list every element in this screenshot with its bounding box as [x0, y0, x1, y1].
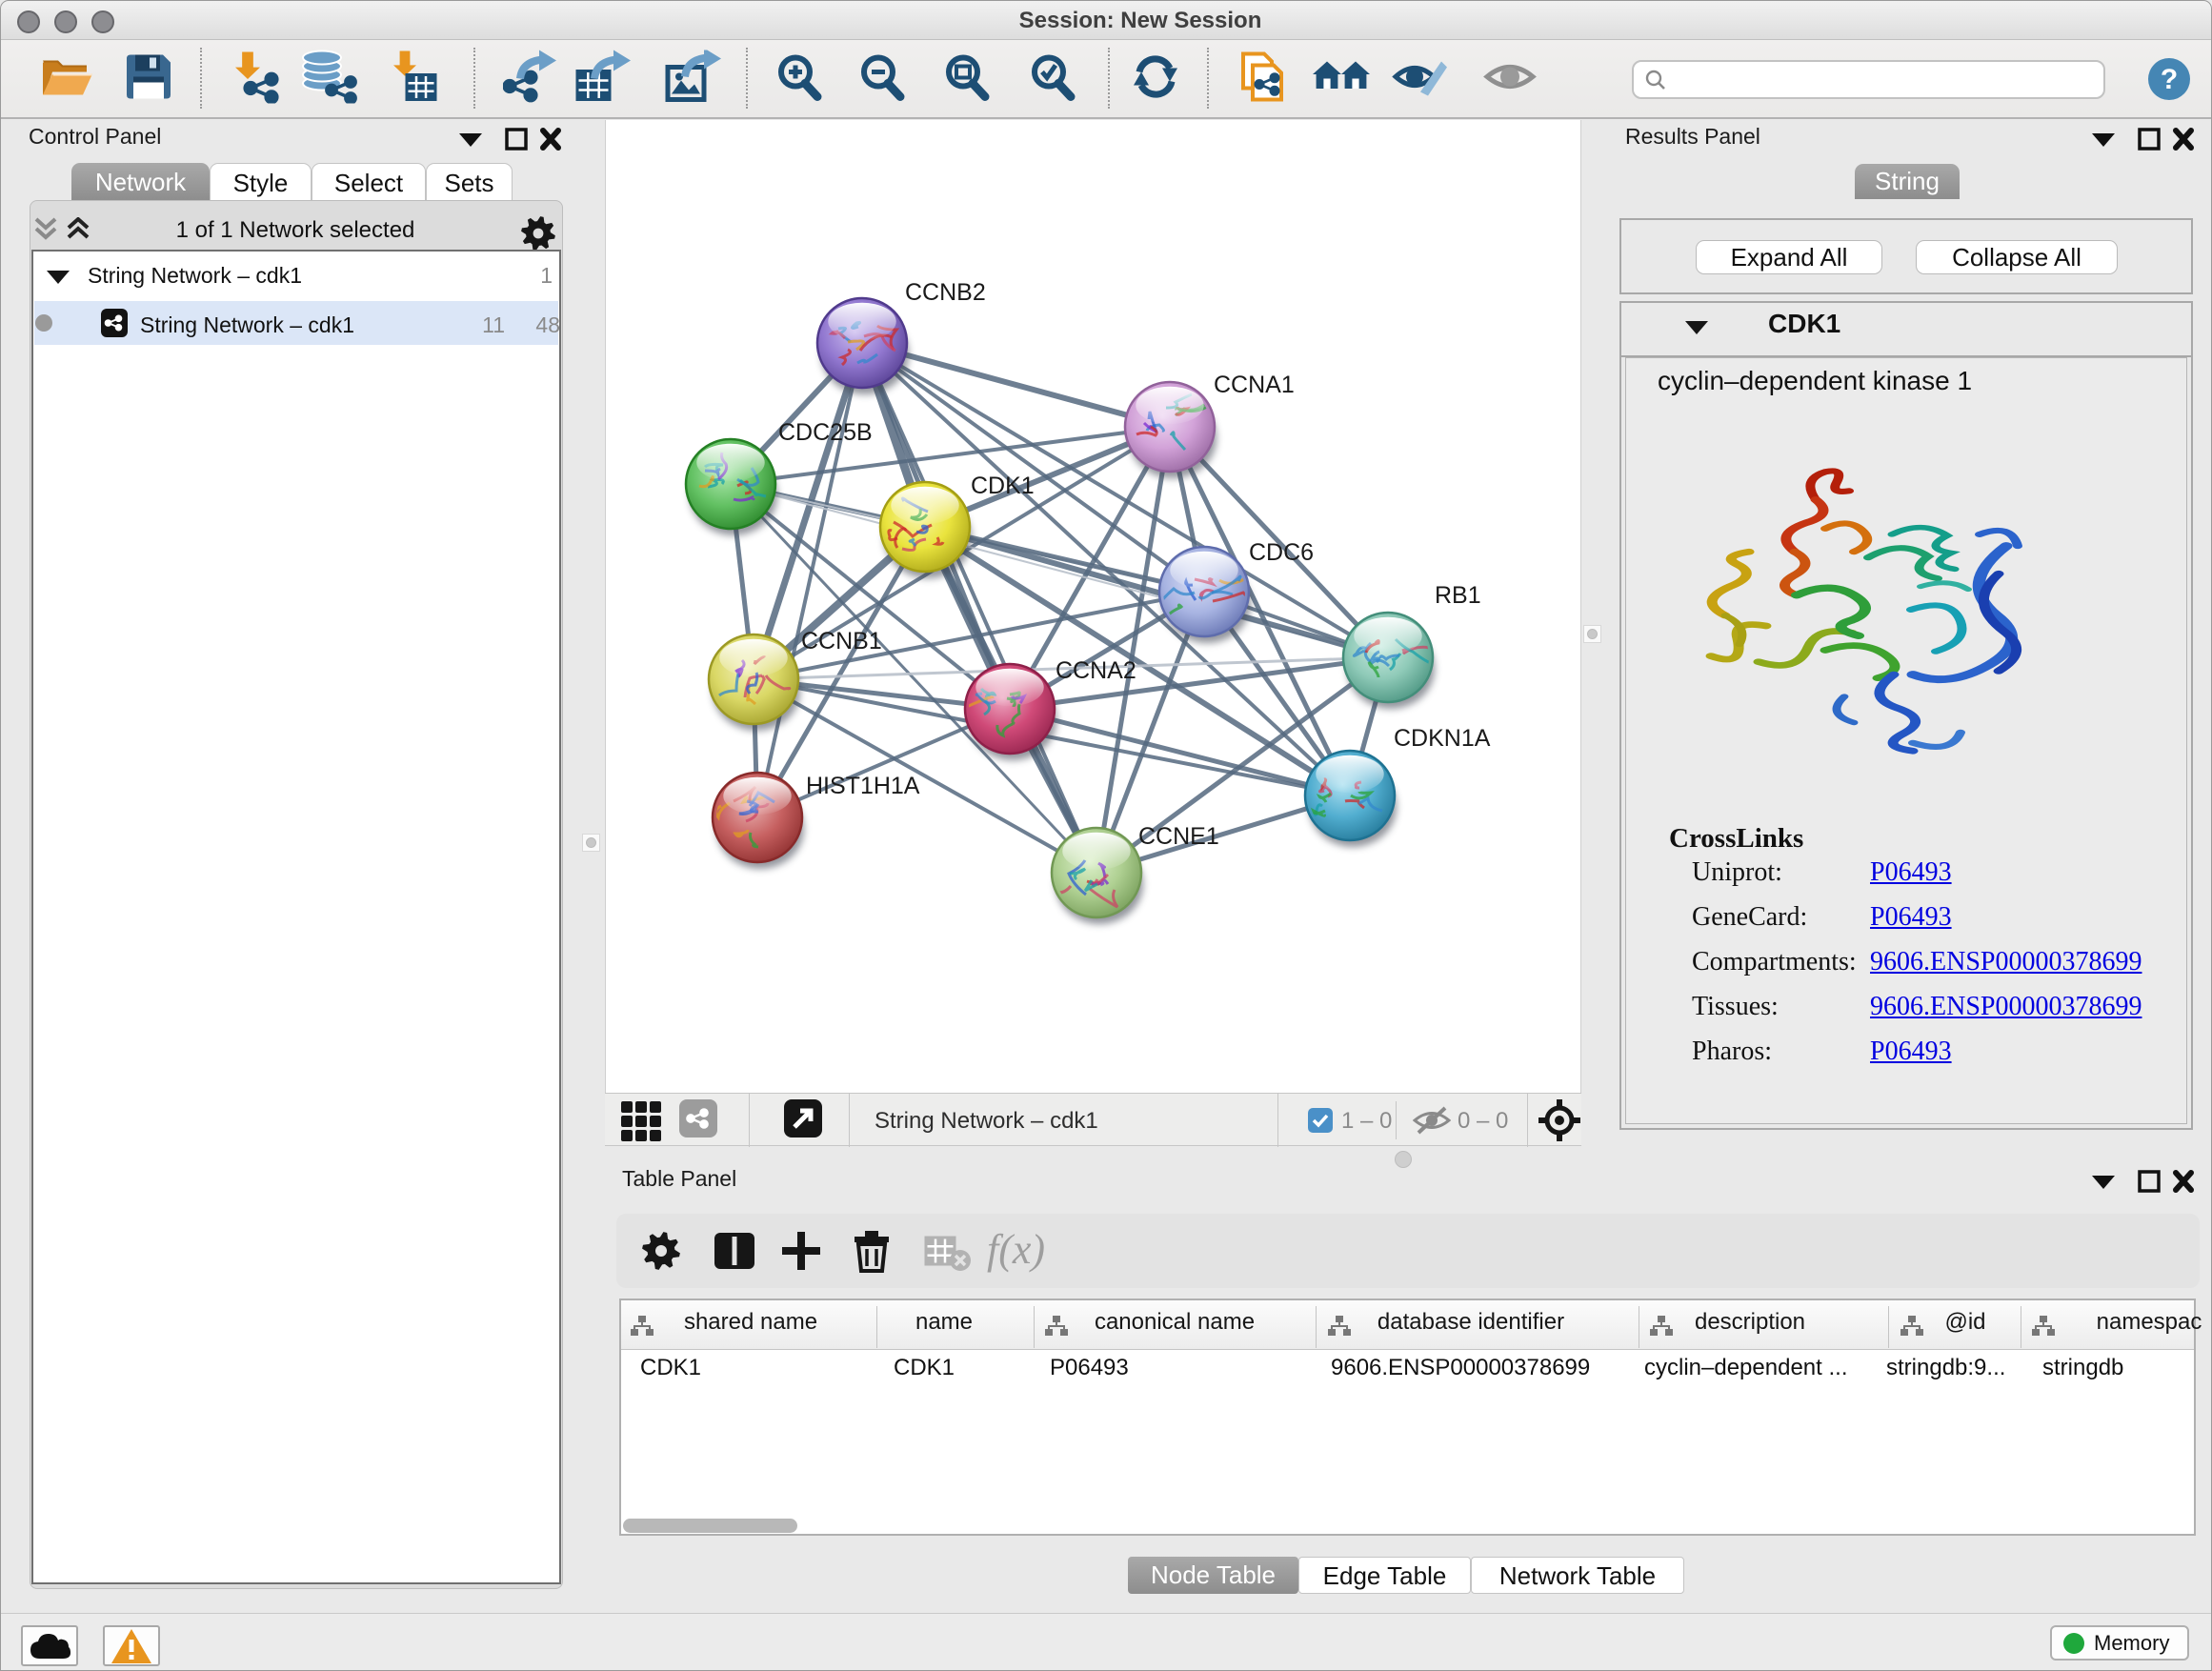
svg-text:CDC6: CDC6 [1249, 539, 1314, 566]
svg-text:CCNB1: CCNB1 [801, 628, 882, 654]
svg-text:CCNA2: CCNA2 [1056, 657, 1136, 684]
svg-text:?: ? [2161, 64, 2178, 95]
svg-text:CDKN1A: CDKN1A [1394, 725, 1491, 752]
svg-text:RB1: RB1 [1435, 582, 1481, 609]
svg-text:HIST1H1A: HIST1H1A [806, 773, 920, 799]
svg-text:CDC25B: CDC25B [778, 419, 873, 446]
svg-text:CCNA1: CCNA1 [1214, 372, 1295, 398]
svg-text:CCNE1: CCNE1 [1138, 823, 1219, 850]
svg-text:CDK1: CDK1 [971, 473, 1035, 499]
svg-text:CCNB2: CCNB2 [905, 279, 986, 306]
